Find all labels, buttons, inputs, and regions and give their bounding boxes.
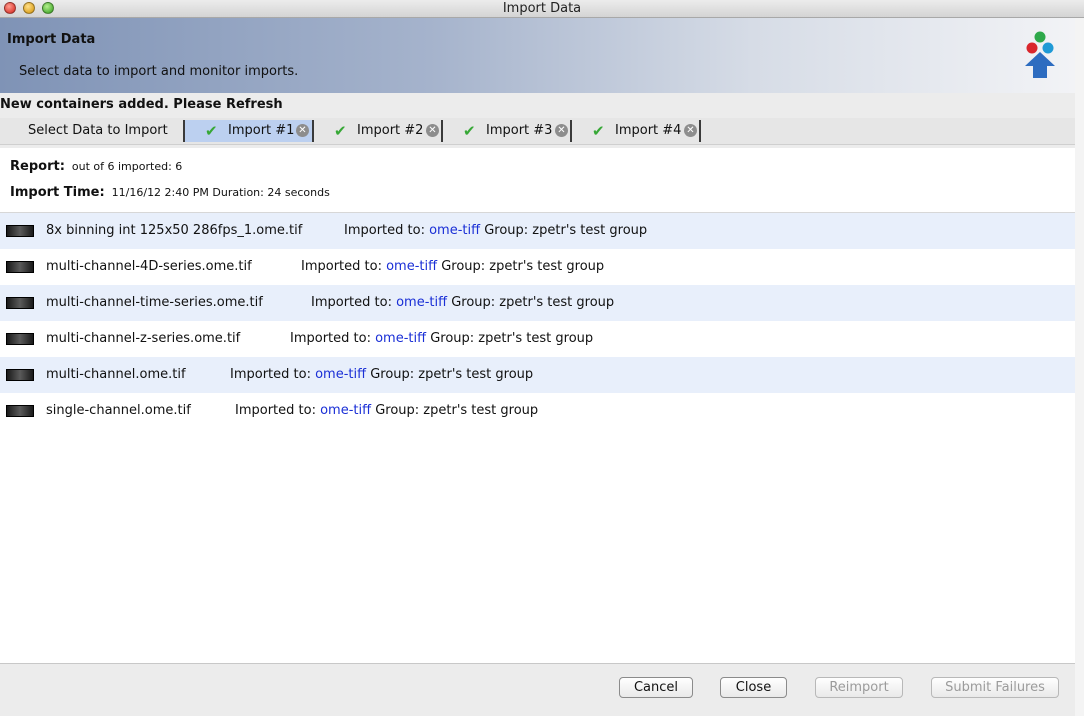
import-time-label: Import Time: (10, 185, 105, 200)
report-label: Report: (10, 159, 65, 174)
list-item: single-channel.ome.tif Imported to: ome-… (0, 393, 1075, 429)
group-label: Group: zpetr's test group (371, 403, 539, 418)
tab-label: Import #2 (357, 123, 424, 138)
file-name: multi-channel.ome.tif (46, 367, 186, 382)
imported-to-label: Imported to: (301, 259, 387, 274)
file-name: multi-channel-4D-series.ome.tif (46, 259, 252, 274)
image-thumbnail-icon (6, 405, 34, 417)
import-destination: Imported to: ome-tiff Group: zpetr's tes… (301, 259, 604, 274)
file-name: 8x binning int 125x50 286fps_1.ome.tif (46, 223, 303, 238)
destination-link[interactable]: ome-tiff (386, 259, 437, 274)
close-circle-icon[interactable]: ✕ (296, 124, 309, 137)
list-item: multi-channel-4D-series.ome.tif Imported… (0, 249, 1075, 285)
checkmark-icon: ✔ (463, 122, 476, 140)
imported-to-label: Imported to: (311, 295, 397, 310)
imported-to-label: Imported to: (230, 367, 316, 382)
cancel-button[interactable]: Cancel (619, 677, 693, 698)
window-right-edge (1075, 18, 1084, 716)
list-item: multi-channel-z-series.ome.tif Imported … (0, 321, 1075, 357)
report-summary: Report: out of 6 imported: 6 (10, 159, 182, 174)
window-close-icon[interactable] (4, 2, 16, 14)
imported-to-label: Imported to: (290, 331, 376, 346)
tab-import-4[interactable]: ✔ Import #4 ✕ (572, 120, 701, 142)
close-circle-icon[interactable]: ✕ (684, 124, 697, 137)
tab-label: Import #3 (486, 123, 553, 138)
report-value: out of 6 imported: 6 (71, 160, 183, 173)
dialog-header: Import Data Select data to import and mo… (0, 18, 1075, 93)
import-destination: Imported to: ome-tiff Group: zpetr's tes… (235, 403, 538, 418)
header-title: Import Data (7, 32, 96, 47)
destination-link[interactable]: ome-tiff (375, 331, 426, 346)
reimport-button[interactable]: Reimport (815, 677, 903, 698)
window-zoom-icon[interactable] (42, 2, 54, 14)
destination-link[interactable]: ome-tiff (429, 223, 480, 238)
tab-label: Select Data to Import (28, 123, 168, 138)
tab-label: Import #1 (228, 123, 295, 138)
list-item: multi-channel-time-series.ome.tif Import… (0, 285, 1075, 321)
close-circle-icon[interactable]: ✕ (555, 124, 568, 137)
tab-import-3[interactable]: ✔ Import #3 ✕ (443, 120, 572, 142)
tab-import-2[interactable]: ✔ Import #2 ✕ (314, 120, 443, 142)
close-button[interactable]: Close (720, 677, 787, 698)
window-titlebar: Import Data (0, 0, 1084, 18)
import-destination: Imported to: ome-tiff Group: zpetr's tes… (344, 223, 647, 238)
tab-label: Import #4 (615, 123, 682, 138)
imported-files-list: 8x binning int 125x50 286fps_1.ome.tif I… (0, 212, 1075, 429)
group-label: Group: zpetr's test group (426, 331, 594, 346)
import-report-panel: Report: out of 6 imported: 6 Import Time… (0, 148, 1075, 663)
import-destination: Imported to: ome-tiff Group: zpetr's tes… (311, 295, 614, 310)
import-destination: Imported to: ome-tiff Group: zpetr's tes… (230, 367, 533, 382)
imported-to-label: Imported to: (235, 403, 321, 418)
image-thumbnail-icon (6, 369, 34, 381)
import-tabbar: Select Data to Import ✔ Import #1 ✕ ✔ Im… (0, 118, 1075, 145)
destination-link[interactable]: ome-tiff (396, 295, 447, 310)
group-label: Group: zpetr's test group (480, 223, 648, 238)
tab-import-1[interactable]: ✔ Import #1 ✕ (185, 120, 314, 142)
file-name: multi-channel-z-series.ome.tif (46, 331, 241, 346)
destination-link[interactable]: ome-tiff (315, 367, 366, 382)
checkmark-icon: ✔ (334, 122, 347, 140)
file-name: multi-channel-time-series.ome.tif (46, 295, 263, 310)
import-destination: Imported to: ome-tiff Group: zpetr's tes… (290, 331, 593, 346)
imported-to-label: Imported to: (344, 223, 430, 238)
close-circle-icon[interactable]: ✕ (426, 124, 439, 137)
image-thumbnail-icon (6, 297, 34, 309)
footer-divider (0, 663, 1075, 664)
import-time-value: 11/16/12 2:40 PM Duration: 24 seconds (111, 186, 330, 199)
omero-logo-icon (1025, 31, 1055, 78)
image-thumbnail-icon (6, 261, 34, 273)
file-name: single-channel.ome.tif (46, 403, 191, 418)
group-label: Group: zpetr's test group (447, 295, 615, 310)
group-label: Group: zpetr's test group (366, 367, 534, 382)
checkmark-icon: ✔ (592, 122, 605, 140)
image-thumbnail-icon (6, 333, 34, 345)
tab-select-data[interactable]: Select Data to Import (4, 120, 185, 142)
list-item: 8x binning int 125x50 286fps_1.ome.tif I… (0, 213, 1075, 249)
window-title: Import Data (502, 1, 582, 16)
group-label: Group: zpetr's test group (437, 259, 605, 274)
header-subtitle: Select data to import and monitor import… (19, 64, 299, 79)
list-item: multi-channel.ome.tif Imported to: ome-t… (0, 357, 1075, 393)
image-thumbnail-icon (6, 225, 34, 237)
checkmark-icon: ✔ (205, 122, 218, 140)
import-time: Import Time: 11/16/12 2:40 PM Duration: … (10, 185, 330, 200)
refresh-notice: New containers added. Please Refresh (0, 97, 283, 112)
window-minimize-icon[interactable] (23, 2, 35, 14)
submit-failures-button[interactable]: Submit Failures (931, 677, 1059, 698)
destination-link[interactable]: ome-tiff (320, 403, 371, 418)
